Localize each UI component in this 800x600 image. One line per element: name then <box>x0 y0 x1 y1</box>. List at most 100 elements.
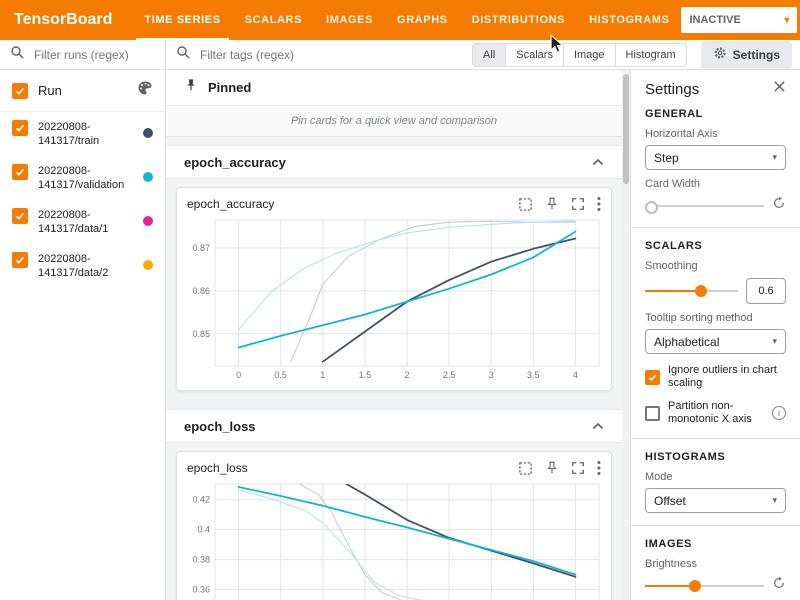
tab-histograms[interactable]: HISTOGRAMS <box>577 0 681 40</box>
run-checkbox[interactable] <box>12 252 28 268</box>
main-scrollbar[interactable] <box>622 70 630 600</box>
tab-scalars[interactable]: SCALARS <box>233 0 314 40</box>
run-checkbox[interactable] <box>12 208 28 224</box>
scalars-section-label: SCALARS <box>645 240 786 252</box>
epoch-loss-card: epoch_loss <box>176 451 612 600</box>
section-title: epoch_loss <box>184 419 256 434</box>
runs-sidebar: Run 20220808-141317/train 20220808-14131… <box>0 40 166 600</box>
epoch-accuracy-chart[interactable]: 00.511.522.533.540.850.860.87 <box>181 214 607 384</box>
reset-icon[interactable] <box>772 576 786 595</box>
tab-time-series[interactable]: TIME SERIES <box>132 0 232 40</box>
fullscreen-icon[interactable] <box>571 461 585 475</box>
settings-button[interactable]: Settings <box>701 41 792 69</box>
smoothing-value-input[interactable] <box>746 278 786 304</box>
svg-text:0.4: 0.4 <box>197 525 210 535</box>
filter-chip-all[interactable]: All <box>472 43 506 67</box>
settings-title: Settings <box>645 81 699 98</box>
tab-distributions[interactable]: DISTRIBUTIONS <box>460 0 577 40</box>
run-name: 20220808-141317/validation <box>38 164 133 192</box>
settings-panel: Settings GENERAL Horizontal Axis Step ▾ … <box>630 70 800 600</box>
run-checkbox[interactable] <box>12 120 28 136</box>
settings-button-label: Settings <box>733 48 780 62</box>
epoch-accuracy-card: epoch_accuracy <box>176 187 612 391</box>
pinned-empty-hint: Pin cards for a quick view and compariso… <box>166 106 622 137</box>
svg-text:0.36: 0.36 <box>192 585 210 595</box>
filter-chip-scalars[interactable]: Scalars <box>506 43 564 67</box>
chevron-down-icon: ▾ <box>772 336 777 347</box>
partition-x-checkbox[interactable] <box>645 406 660 421</box>
status-dropdown[interactable]: INACTIVE ▾ <box>681 7 797 33</box>
run-item-validation[interactable]: 20220808-141317/validation <box>0 156 165 200</box>
fit-domain-icon[interactable] <box>518 197 533 212</box>
pinned-header: Pinned <box>166 70 622 106</box>
tooltip-sorting-value: Alphabetical <box>654 335 719 349</box>
card-width-slider[interactable] <box>645 199 764 213</box>
svg-text:0.38: 0.38 <box>192 555 210 565</box>
run-color-dot <box>143 128 153 138</box>
chevron-up-icon <box>592 153 604 171</box>
palette-icon[interactable] <box>137 80 153 101</box>
topbar: TensorBoard TIME SERIES SCALARS IMAGES G… <box>0 0 800 40</box>
pinned-label: Pinned <box>208 80 251 95</box>
horizontal-axis-label: Horizontal Axis <box>645 128 786 140</box>
run-filter-input[interactable] <box>32 47 155 63</box>
card-width-label: Card Width <box>645 178 786 190</box>
partition-x-row: Partition non-monotonic X axis i <box>645 400 786 426</box>
run-item-data-1[interactable]: 20220808-141317/data/1 <box>0 200 165 244</box>
histogram-mode-select[interactable]: Offset ▾ <box>645 488 786 513</box>
tag-filter-input[interactable] <box>198 47 472 63</box>
run-item-data-2[interactable]: 20220808-141317/data/2 <box>0 244 165 288</box>
ignore-outliers-checkbox[interactable] <box>645 370 660 385</box>
section-epoch-accuracy[interactable]: epoch_accuracy <box>166 145 622 179</box>
tag-filter <box>176 45 472 64</box>
filter-chip-histogram[interactable]: Histogram <box>616 43 687 67</box>
epoch-loss-chart[interactable]: 00.511.522.533.540.360.380.40.42 <box>181 478 607 600</box>
smoothing-slider[interactable] <box>645 284 738 298</box>
run-color-dot <box>143 216 153 226</box>
pin-icon <box>184 78 198 97</box>
histogram-mode-value: Offset <box>654 494 686 508</box>
run-column-label: Run <box>38 83 127 98</box>
run-checkbox[interactable] <box>12 164 28 180</box>
run-name: 20220808-141317/data/2 <box>38 252 133 280</box>
cards-area: Pinned Pin cards for a quick view and co… <box>166 70 622 600</box>
brightness-slider[interactable] <box>645 579 764 593</box>
fullscreen-icon[interactable] <box>571 197 585 211</box>
reset-icon[interactable] <box>772 196 786 215</box>
horizontal-axis-select[interactable]: Step ▾ <box>645 145 786 170</box>
partition-x-label: Partition non-monotonic X axis <box>668 400 764 426</box>
pin-icon[interactable] <box>545 461 559 475</box>
app-title: TensorBoard <box>0 11 132 29</box>
fit-domain-icon[interactable] <box>518 461 533 476</box>
filter-chip-image[interactable]: Image <box>564 43 616 67</box>
main-nav: TIME SERIES SCALARS IMAGES GRAPHS DISTRI… <box>132 0 681 40</box>
pin-icon[interactable] <box>545 197 559 211</box>
histogram-mode-label: Mode <box>645 471 786 483</box>
svg-text:3.5: 3.5 <box>527 370 540 380</box>
svg-text:0.5: 0.5 <box>274 370 287 380</box>
svg-text:4: 4 <box>573 370 578 380</box>
more-vert-icon[interactable] <box>597 196 601 212</box>
tooltip-sorting-select[interactable]: Alphabetical ▾ <box>645 329 786 354</box>
run-list-header: Run <box>0 70 165 112</box>
tab-images[interactable]: IMAGES <box>314 0 385 40</box>
section-title: epoch_accuracy <box>184 155 286 170</box>
tensorboard-app: TensorBoard TIME SERIES SCALARS IMAGES G… <box>0 0 800 600</box>
tag-type-filter-group: All Scalars Image Histogram <box>472 43 687 67</box>
run-select-all-checkbox[interactable] <box>12 83 28 99</box>
scrollbar-thumb[interactable] <box>623 74 629 184</box>
tab-graphs[interactable]: GRAPHS <box>385 0 460 40</box>
run-filter <box>0 40 165 70</box>
images-section-label: IMAGES <box>645 538 786 550</box>
info-icon[interactable]: i <box>772 406 786 420</box>
run-item-train[interactable]: 20220808-141317/train <box>0 112 165 156</box>
svg-text:3: 3 <box>489 370 494 380</box>
section-epoch-loss[interactable]: epoch_loss <box>166 409 622 443</box>
svg-text:0.85: 0.85 <box>192 329 210 339</box>
card-area: epoch_loss <box>166 443 622 600</box>
svg-text:2.5: 2.5 <box>443 370 456 380</box>
smoothing-label: Smoothing <box>645 260 786 272</box>
search-icon <box>176 45 190 64</box>
more-vert-icon[interactable] <box>597 460 601 476</box>
close-icon[interactable] <box>773 80 786 98</box>
